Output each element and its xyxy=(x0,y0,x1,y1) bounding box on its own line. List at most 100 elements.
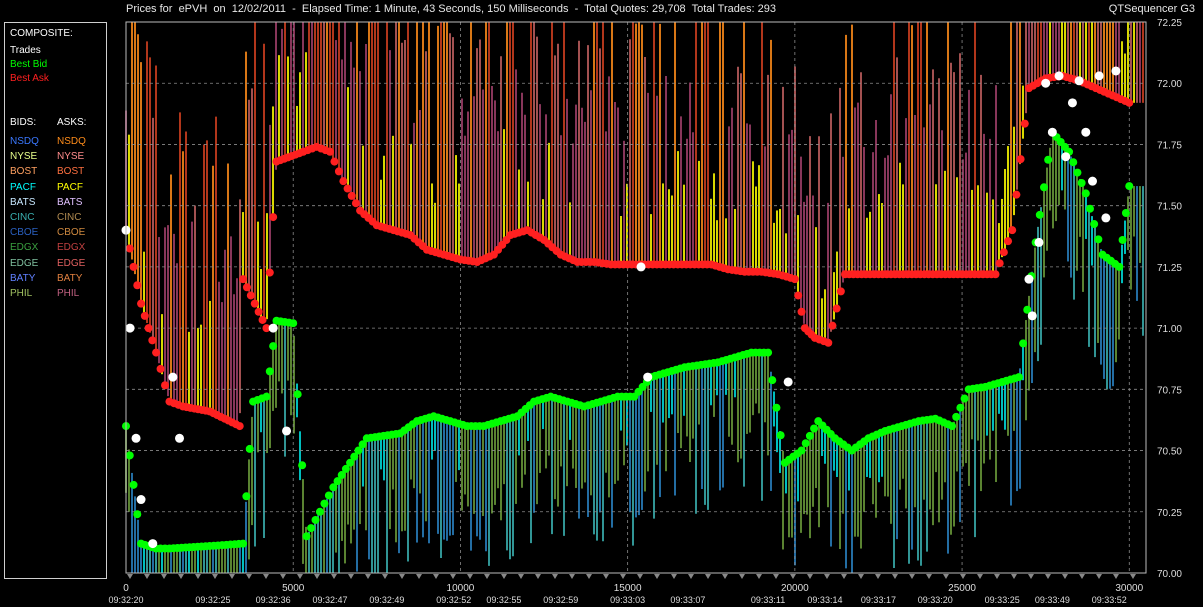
y-tick-label: 72.00 xyxy=(1157,79,1182,90)
trade-point xyxy=(1111,66,1121,76)
best-bid-point xyxy=(298,461,307,470)
best-ask-point xyxy=(790,275,799,284)
best-bid-point xyxy=(952,412,961,421)
time-label: 09:32:36 xyxy=(256,595,291,605)
x-tick-label: 20000 xyxy=(781,583,809,594)
y-tick-label: 70.75 xyxy=(1157,385,1182,396)
best-ask-point xyxy=(326,147,334,156)
best-ask-point xyxy=(828,321,837,330)
best-ask-point xyxy=(269,213,278,222)
trade-point xyxy=(136,495,146,505)
best-bid-point xyxy=(133,510,142,519)
best-bid-point xyxy=(764,348,773,357)
best-bid-point xyxy=(1044,155,1053,164)
best-ask-point xyxy=(258,315,267,324)
trade-point xyxy=(1047,127,1057,137)
time-label: 09:33:07 xyxy=(670,595,705,605)
best-bid-point xyxy=(1115,262,1124,271)
best-ask-point xyxy=(133,281,142,290)
best-ask-point xyxy=(265,268,274,277)
trade-point xyxy=(636,262,646,272)
best-bid-point xyxy=(129,480,138,489)
trade-point xyxy=(1087,176,1097,186)
best-ask-point xyxy=(334,167,343,176)
best-bid-point xyxy=(293,390,302,399)
time-label: 09:33:03 xyxy=(610,595,645,605)
best-bid-point xyxy=(956,403,965,412)
best-bid-point xyxy=(797,446,806,455)
best-ask-point xyxy=(250,299,259,308)
y-tick-label: 71.75 xyxy=(1157,140,1182,151)
trade-point xyxy=(643,372,653,382)
trade-point xyxy=(282,426,292,436)
x-tick-label: 10000 xyxy=(447,583,475,594)
time-label: 09:32:52 xyxy=(436,595,471,605)
best-bid-point xyxy=(245,444,254,453)
time-label: 09:32:47 xyxy=(312,595,347,605)
best-ask-point xyxy=(152,348,161,357)
best-bid-point xyxy=(315,507,324,516)
best-bid-point xyxy=(805,431,814,440)
trade-point xyxy=(1081,127,1091,137)
best-ask-point xyxy=(144,324,153,333)
best-ask-point xyxy=(330,157,339,166)
trade-point xyxy=(1061,152,1071,162)
trade-point xyxy=(131,433,141,443)
best-ask-point xyxy=(1008,226,1017,235)
time-label: 09:33:52 xyxy=(1092,595,1127,605)
x-tick-label: 30000 xyxy=(1115,583,1143,594)
best-bid-point xyxy=(1040,183,1048,192)
trade-point xyxy=(268,323,278,333)
y-tick-label: 71.00 xyxy=(1157,324,1182,335)
best-bid-point xyxy=(125,451,134,460)
best-bid-point xyxy=(1069,158,1078,167)
trade-point xyxy=(1027,311,1037,321)
best-ask-point xyxy=(254,307,263,316)
best-ask-point xyxy=(991,270,1000,279)
best-ask-point xyxy=(246,291,255,300)
trade-point xyxy=(1101,213,1111,223)
best-ask-point xyxy=(1125,98,1134,107)
price-chart: 70.00 70.25 70.50 70.75 71.00 71.25 71.50 71.75… xyxy=(108,18,1182,605)
x-tick-label: 25000 xyxy=(948,583,976,594)
best-bid-point xyxy=(810,424,819,433)
best-bid-point xyxy=(1081,189,1090,198)
trade-point xyxy=(1041,78,1051,88)
best-bid-point xyxy=(948,422,957,431)
trade-point xyxy=(783,377,793,387)
best-bid-point xyxy=(1073,168,1082,177)
best-bid-point xyxy=(768,376,777,385)
time-label: 09:33:11 xyxy=(751,595,785,605)
best-ask-point xyxy=(347,191,356,200)
time-label: 09:32:20 xyxy=(108,595,143,605)
best-ask-point xyxy=(235,422,244,431)
time-label: 09:32:49 xyxy=(369,595,404,605)
best-ask-point xyxy=(242,283,251,292)
best-ask-point xyxy=(239,275,248,284)
trade-point xyxy=(148,539,158,549)
y-tick-label: 71.25 xyxy=(1157,263,1182,274)
best-ask-point xyxy=(156,364,165,373)
time-label: 09:33:20 xyxy=(918,595,953,605)
best-ask-point xyxy=(836,287,845,296)
x-tick-label: 5000 xyxy=(282,583,305,594)
best-ask-point xyxy=(1012,190,1021,199)
x-tick-label: 0 xyxy=(123,583,129,594)
best-ask-point xyxy=(339,177,348,186)
best-bid-point xyxy=(265,367,274,376)
best-bid-point xyxy=(307,524,316,533)
best-bid-point xyxy=(302,532,311,541)
trade-point xyxy=(1034,237,1044,247)
time-label: 09:32:55 xyxy=(486,595,521,605)
time-label: 09:32:25 xyxy=(195,595,230,605)
y-tick-label: 72.25 xyxy=(1157,18,1182,29)
best-bid-point xyxy=(242,492,251,501)
time-label: 09:33:25 xyxy=(985,595,1020,605)
best-bid-point xyxy=(1090,220,1099,229)
best-bid-point xyxy=(1035,210,1044,219)
best-bid-point xyxy=(1094,235,1103,244)
best-ask-point xyxy=(137,299,146,308)
best-bid-point xyxy=(772,403,781,412)
best-bid-point xyxy=(262,392,271,401)
best-bid-point xyxy=(960,394,969,403)
